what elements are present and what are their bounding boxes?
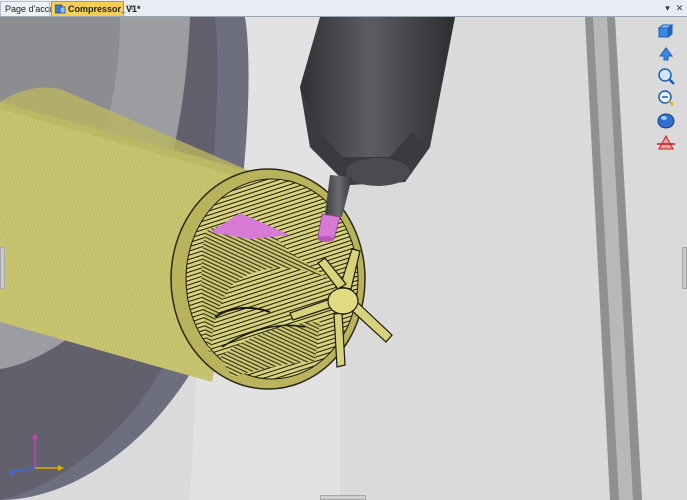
view-toolbar <box>655 20 679 156</box>
section-view-icon[interactable] <box>655 132 677 152</box>
tab-compressor[interactable]: Compressor_V1* <box>51 1 141 16</box>
document-tab-bar: Page d'accueil Compressor_V1* ✕ ▾ ✕ <box>0 0 687 17</box>
part-document-icon <box>54 4 66 14</box>
zoom-window-icon[interactable] <box>655 66 677 86</box>
view-cube-icon[interactable] <box>655 22 677 42</box>
right-panel-grip[interactable] <box>682 247 687 289</box>
machining-scene <box>0 17 687 500</box>
3d-viewport[interactable] <box>0 17 687 500</box>
tab-home[interactable]: Page d'accueil <box>0 1 63 16</box>
left-panel-grip[interactable] <box>0 247 5 289</box>
shaded-view-icon[interactable] <box>655 110 677 130</box>
close-icon[interactable]: ✕ <box>674 1 685 15</box>
pan-icon[interactable] <box>655 44 677 64</box>
chevron-down-icon[interactable]: ▾ <box>662 1 673 15</box>
zoom-fit-icon[interactable] <box>655 88 677 108</box>
tab-close-icon[interactable]: ✕ <box>125 1 137 15</box>
axis-triad-icon <box>5 432 65 482</box>
bottom-panel-grip[interactable] <box>320 495 366 500</box>
